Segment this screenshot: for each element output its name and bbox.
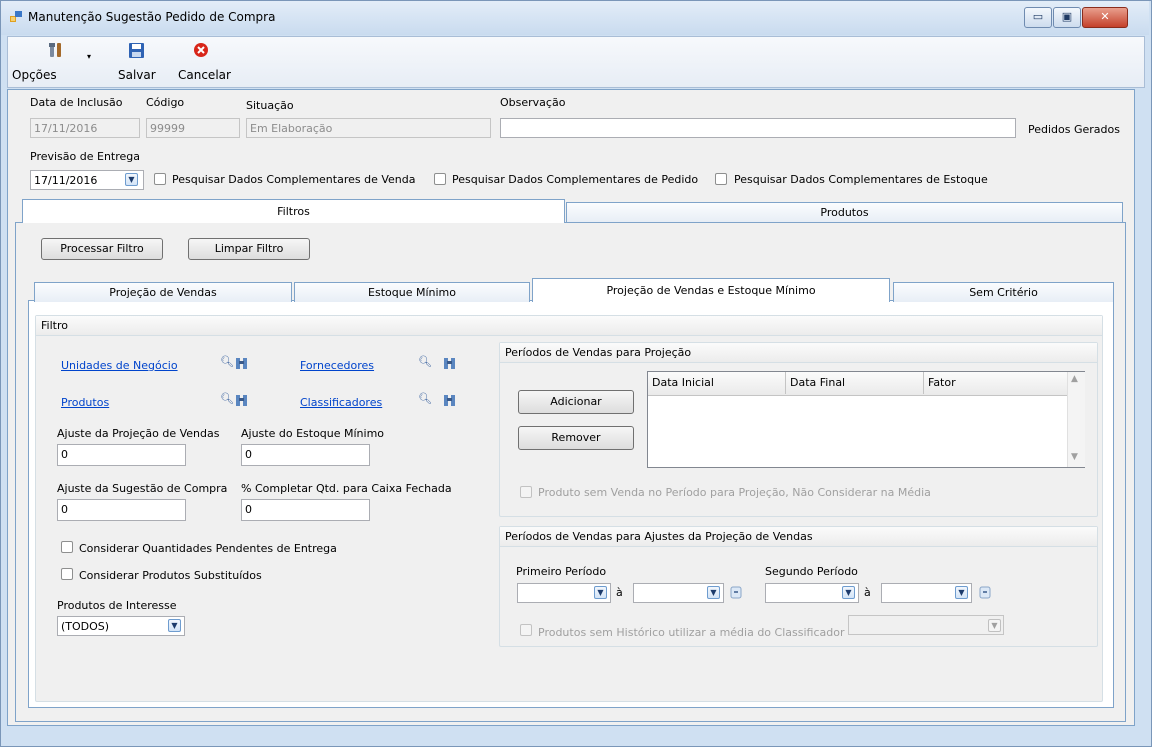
binoculars-icon[interactable] (443, 393, 457, 407)
periodos-ajustes-title: Períodos de Vendas para Ajustes da Proje… (500, 527, 1097, 547)
produtos-link[interactable]: Produtos (61, 396, 109, 409)
search-icon[interactable]: 🔍︎ (418, 355, 432, 368)
save-label: Salvar (118, 68, 156, 82)
limpar-filtro-button[interactable]: Limpar Filtro (188, 238, 310, 260)
previsao-label: Previsão de Entrega (30, 150, 141, 163)
column-data-inicial[interactable]: Data Inicial (648, 372, 786, 394)
search-icon[interactable]: 🔍︎ (220, 392, 234, 405)
chevron-down-icon[interactable]: ▼ (842, 586, 855, 599)
primeiro-periodo-label: Primeiro Período (516, 565, 607, 578)
codigo-label: Código (146, 96, 185, 109)
chk-venda-label: Pesquisar Dados Complementares de Venda (172, 173, 416, 186)
save-button[interactable]: Salvar (112, 38, 158, 84)
cancel-icon (194, 43, 208, 57)
chk-sem-venda-label: Produto sem Venda no Período para Projeç… (538, 486, 931, 499)
save-icon (129, 43, 144, 58)
search-icon[interactable]: 🔍︎ (220, 355, 234, 368)
chevron-down-icon[interactable]: ▼ (707, 586, 720, 599)
ajuste-sugestao-label: Ajuste da Sugestão de Compra (57, 482, 228, 495)
column-data-final[interactable]: Data Final (786, 372, 924, 394)
ajuste-projecao-label: Ajuste da Projeção de Vendas (57, 427, 220, 440)
options-button[interactable]: ▾ Opções (12, 38, 96, 84)
chk-estoque[interactable] (715, 173, 727, 185)
tab-estoque-minimo[interactable]: Estoque Mínimo (294, 282, 530, 302)
classificador-select[interactable] (848, 615, 1004, 635)
chk-sem-venda[interactable] (520, 486, 532, 498)
data-inclusao-label: Data de Inclusão (30, 96, 123, 109)
chk-pendentes[interactable] (61, 541, 73, 553)
binoculars-icon[interactable] (443, 356, 457, 370)
clear-date-icon[interactable] (979, 585, 991, 599)
a-separator-1: à (616, 586, 623, 599)
interesse-label: Produtos de Interesse (57, 599, 177, 612)
search-icon[interactable]: 🔍︎ (418, 392, 432, 405)
tab-filtros[interactable]: Filtros (22, 199, 565, 223)
options-label: Opções (12, 68, 57, 82)
scroll-down-icon[interactable]: ▼ (1071, 452, 1078, 462)
periodos-projecao-title: Períodos de Vendas para Projeção (500, 343, 1097, 363)
binoculars-icon[interactable] (235, 356, 249, 370)
remover-button[interactable]: Remover (518, 426, 634, 450)
chk-sem-historico[interactable] (520, 624, 532, 636)
tab-projecao-estoque[interactable]: Projeção de Vendas e Estoque Mínimo (532, 278, 890, 302)
fornecedores-link[interactable]: Fornecedores (300, 359, 374, 372)
adicionar-button[interactable]: Adicionar (518, 390, 634, 414)
cancel-button[interactable]: Cancelar (172, 38, 240, 84)
ajuste-estoque-field[interactable]: 0 (241, 444, 370, 466)
scroll-up-icon[interactable]: ▲ (1071, 374, 1078, 384)
minimize-button[interactable]: ▭ (1024, 7, 1052, 28)
completar-caixa-label: % Completar Qtd. para Caixa Fechada (241, 482, 452, 495)
previsao-value: 17/11/2016 (34, 174, 98, 187)
close-window-button[interactable]: ✕ (1082, 7, 1128, 28)
clear-date-icon[interactable] (730, 585, 742, 599)
segundo-periodo-label: Segundo Período (765, 565, 858, 578)
tab-produtos[interactable]: Produtos (566, 202, 1123, 222)
interesse-select[interactable]: (TODOS) (57, 616, 185, 636)
cancel-label: Cancelar (178, 68, 231, 82)
completar-caixa-field[interactable]: 0 (241, 499, 370, 521)
binoculars-icon[interactable] (235, 393, 249, 407)
chk-sem-historico-label: Produtos sem Histórico utilizar a média … (538, 626, 845, 639)
chk-substituidos[interactable] (61, 568, 73, 580)
chk-pedido-label: Pesquisar Dados Complementares de Pedido (452, 173, 699, 186)
chk-pedido[interactable] (434, 173, 446, 185)
a-separator-2: à (864, 586, 871, 599)
ajuste-estoque-label: Ajuste do Estoque Mínimo (241, 427, 385, 440)
unidades-negocio-link[interactable]: Unidades de Negócio (61, 359, 178, 372)
observacao-label: Observação (500, 96, 566, 109)
interesse-value: (TODOS) (61, 620, 110, 633)
chevron-down-icon[interactable]: ▼ (125, 173, 138, 186)
classificadores-link[interactable]: Classificadores (300, 396, 382, 409)
chk-substituidos-label: Considerar Produtos Substituídos (79, 569, 262, 582)
chevron-down-icon[interactable]: ▼ (955, 586, 968, 599)
tab-sem-criterio[interactable]: Sem Critério (893, 282, 1114, 302)
chevron-down-icon: ▾ (87, 52, 92, 61)
situacao-field[interactable]: Em Elaboração (246, 118, 491, 138)
chevron-down-icon[interactable]: ▼ (168, 619, 181, 632)
codigo-field[interactable]: 99999 (146, 118, 240, 138)
chevron-down-icon[interactable]: ▼ (594, 586, 607, 599)
observacao-field[interactable] (500, 118, 1016, 138)
processar-filtro-button[interactable]: Processar Filtro (41, 238, 163, 260)
window-title: Manutenção Sugestão Pedido de Compra (28, 10, 276, 24)
ajuste-sugestao-field[interactable]: 0 (57, 499, 186, 521)
situacao-label: Situação (246, 99, 294, 112)
maximize-button[interactable]: ▣ (1053, 7, 1081, 28)
tab-projecao-vendas[interactable]: Projeção de Vendas (34, 282, 292, 302)
chevron-down-icon[interactable]: ▼ (988, 619, 1001, 632)
app-icon (10, 11, 22, 22)
pedidos-gerados-label[interactable]: Pedidos Gerados (1028, 123, 1120, 136)
column-fator[interactable]: Fator (924, 372, 1067, 394)
chk-venda[interactable] (154, 173, 166, 185)
filtro-title: Filtro (36, 316, 1102, 336)
ajuste-projecao-field[interactable]: 0 (57, 444, 186, 466)
data-inclusao-field[interactable]: 17/11/2016 (30, 118, 140, 138)
tools-icon (48, 42, 64, 58)
chk-pendentes-label: Considerar Quantidades Pendentes de Entr… (79, 542, 337, 555)
chk-estoque-label: Pesquisar Dados Complementares de Estoqu… (734, 173, 988, 186)
